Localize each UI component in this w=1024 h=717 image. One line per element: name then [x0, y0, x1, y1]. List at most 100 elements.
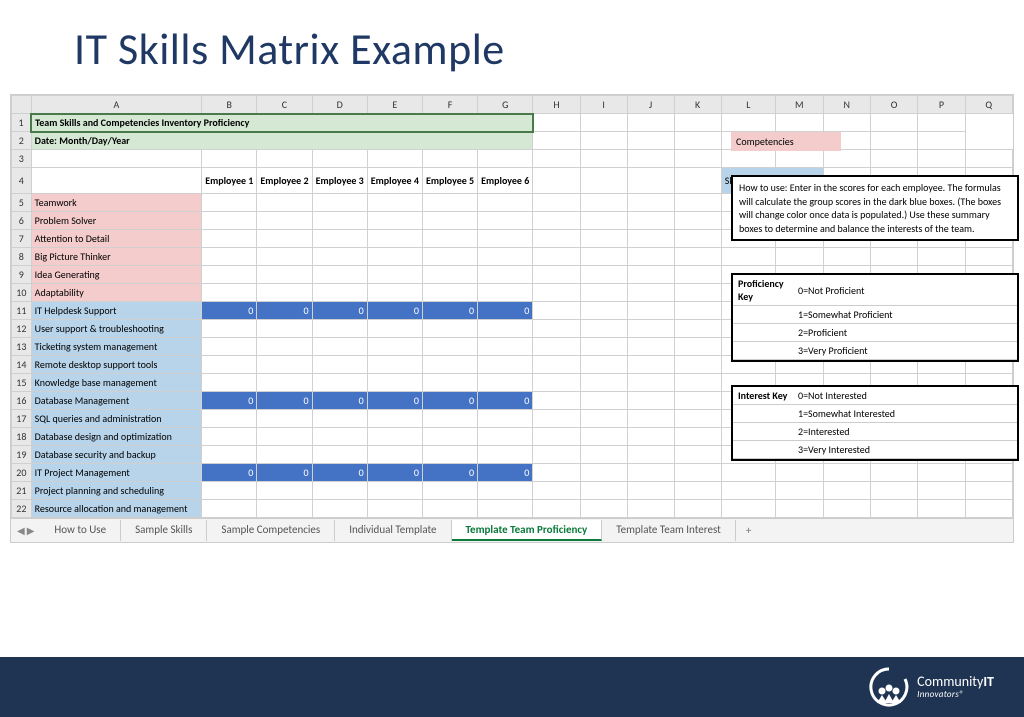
score-cell[interactable] [202, 446, 257, 464]
row-4-hdr[interactable]: 4 [12, 168, 32, 194]
skill-label[interactable]: Adaptability [31, 284, 202, 302]
skill-label[interactable]: Project planning and scheduling [31, 482, 202, 500]
score-cell[interactable] [257, 230, 312, 248]
sum-cell[interactable]: 0 [312, 392, 367, 410]
score-cell[interactable] [478, 410, 533, 428]
score-cell[interactable] [312, 194, 367, 212]
skill-label[interactable]: Ticketing system management [31, 338, 202, 356]
score-cell[interactable] [202, 428, 257, 446]
col-E[interactable]: E [367, 96, 422, 114]
col-P[interactable]: P [918, 96, 965, 114]
sheet-tab[interactable]: How to Use [40, 520, 121, 541]
score-cell[interactable] [257, 194, 312, 212]
col-I[interactable]: I [580, 96, 627, 114]
score-cell[interactable] [422, 212, 477, 230]
sum-cell[interactable]: 0 [367, 392, 422, 410]
score-cell[interactable] [478, 320, 533, 338]
sheet-tab[interactable]: Individual Template [335, 520, 451, 541]
score-cell[interactable] [367, 320, 422, 338]
score-cell[interactable] [257, 248, 312, 266]
score-cell[interactable] [422, 248, 477, 266]
score-cell[interactable] [478, 374, 533, 392]
score-cell[interactable] [312, 284, 367, 302]
skill-label[interactable]: Big Picture Thinker [31, 248, 202, 266]
sum-cell[interactable]: 0 [312, 464, 367, 482]
col-B[interactable]: B [202, 96, 257, 114]
score-cell[interactable] [202, 284, 257, 302]
tab-next-icon[interactable]: ▶ [27, 524, 35, 537]
emp-6-hdr[interactable]: Employee 6 [478, 168, 533, 194]
sum-cell[interactable]: 0 [422, 302, 477, 320]
score-cell[interactable] [202, 230, 257, 248]
skill-label[interactable]: IT Project Management [31, 464, 202, 482]
score-cell[interactable] [202, 410, 257, 428]
score-cell[interactable] [422, 446, 477, 464]
score-cell[interactable] [367, 410, 422, 428]
col-F[interactable]: F [422, 96, 477, 114]
sum-cell[interactable]: 0 [422, 392, 477, 410]
row-22-hdr[interactable]: 22 [12, 500, 32, 518]
row-12-hdr[interactable]: 12 [12, 320, 32, 338]
skill-label[interactable]: Database Management [31, 392, 202, 410]
score-cell[interactable] [202, 356, 257, 374]
corner-cell[interactable] [12, 96, 32, 114]
score-cell[interactable] [257, 212, 312, 230]
sum-cell[interactable]: 0 [478, 392, 533, 410]
sheet-tab[interactable]: Template Team Proficiency [452, 520, 603, 541]
skill-label[interactable]: Knowledge base management [31, 374, 202, 392]
row-19-hdr[interactable]: 19 [12, 446, 32, 464]
emp-2-hdr[interactable]: Employee 2 [257, 168, 312, 194]
score-cell[interactable] [422, 410, 477, 428]
date-cell[interactable]: Date: Month/Day/Year [31, 132, 533, 150]
score-cell[interactable] [422, 482, 477, 500]
emp-4-hdr[interactable]: Employee 4 [367, 168, 422, 194]
score-cell[interactable] [202, 194, 257, 212]
row-11-hdr[interactable]: 11 [12, 302, 32, 320]
score-cell[interactable] [312, 320, 367, 338]
row-6-hdr[interactable]: 6 [12, 212, 32, 230]
score-cell[interactable] [312, 338, 367, 356]
score-cell[interactable] [202, 500, 257, 518]
score-cell[interactable] [422, 194, 477, 212]
emp-3-hdr[interactable]: Employee 3 [312, 168, 367, 194]
score-cell[interactable] [312, 212, 367, 230]
score-cell[interactable] [257, 482, 312, 500]
row-20-hdr[interactable]: 20 [12, 464, 32, 482]
score-cell[interactable] [478, 230, 533, 248]
row-7-hdr[interactable]: 7 [12, 230, 32, 248]
score-cell[interactable] [257, 338, 312, 356]
score-cell[interactable] [257, 356, 312, 374]
score-cell[interactable] [202, 482, 257, 500]
sum-cell[interactable]: 0 [257, 302, 312, 320]
row-10-hdr[interactable]: 10 [12, 284, 32, 302]
row-16-hdr[interactable]: 16 [12, 392, 32, 410]
skill-label[interactable]: Remote desktop support tools [31, 356, 202, 374]
score-cell[interactable] [478, 446, 533, 464]
skill-label[interactable]: Database design and optimization [31, 428, 202, 446]
score-cell[interactable] [478, 482, 533, 500]
sheet-tab[interactable]: Sample Competencies [207, 520, 335, 541]
sum-cell[interactable]: 0 [422, 464, 477, 482]
score-cell[interactable] [312, 356, 367, 374]
score-cell[interactable] [422, 428, 477, 446]
add-sheet-button[interactable]: + [736, 521, 761, 540]
skill-label[interactable]: Problem Solver [31, 212, 202, 230]
col-G[interactable]: G [478, 96, 533, 114]
score-cell[interactable] [202, 338, 257, 356]
score-cell[interactable] [367, 194, 422, 212]
row-18-hdr[interactable]: 18 [12, 428, 32, 446]
score-cell[interactable] [367, 356, 422, 374]
score-cell[interactable] [367, 446, 422, 464]
tab-prev-icon[interactable]: ◀ [17, 524, 25, 537]
skill-label[interactable]: User support & troubleshooting [31, 320, 202, 338]
score-cell[interactable] [478, 428, 533, 446]
score-cell[interactable] [312, 266, 367, 284]
sum-cell[interactable]: 0 [202, 302, 257, 320]
sheet-tab[interactable]: Template Team Interest [602, 520, 736, 541]
score-cell[interactable] [478, 356, 533, 374]
row-1-hdr[interactable]: 1 [12, 114, 32, 132]
title-cell[interactable]: Team Skills and Competencies Inventory P… [31, 114, 533, 132]
score-cell[interactable] [312, 500, 367, 518]
score-cell[interactable] [202, 248, 257, 266]
sum-cell[interactable]: 0 [478, 302, 533, 320]
